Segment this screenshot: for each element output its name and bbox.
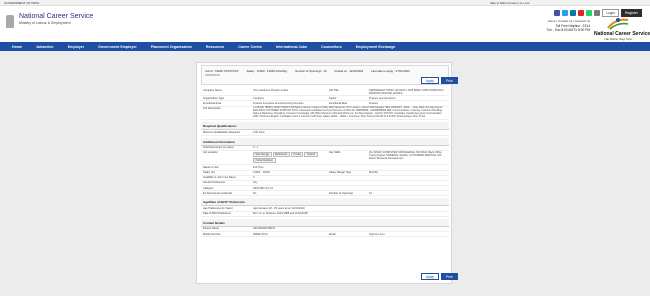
helpline-hours: Tue - Sun 8:00 AM To 8:00 PM bbox=[546, 28, 590, 32]
job-details: Company Name Xxxx Solutions Private Limi… bbox=[201, 88, 449, 270]
detail-row: Company Name Xxxx Solutions Private Limi… bbox=[201, 88, 449, 97]
bottom-actions: Apply Print bbox=[421, 273, 458, 280]
nav-counsellors[interactable]: Counsellors bbox=[321, 45, 342, 49]
job-location-row: Job Location West Bengal Bardhaman Purulia… bbox=[201, 151, 449, 166]
whatsapp-icon[interactable] bbox=[586, 10, 593, 16]
detail-row: Ex-Servicemen preferred No Number of Ope… bbox=[201, 191, 449, 197]
job-description-row: Job Description A is BANK HIRING NOW!!! … bbox=[201, 106, 449, 121]
detail-row: Minimum Qualification Required 12th Pass bbox=[201, 130, 449, 136]
ncs-logo-tagline: Nai Disha, Nayi Urja bbox=[604, 37, 632, 41]
job-last-date: Last date to apply : 27/01/2023 bbox=[371, 69, 410, 73]
section-contact-details: Contact Details bbox=[201, 218, 449, 227]
job-details-card: Job Id : TEMP-XXXXXXXX Salary : 12000 - … bbox=[196, 62, 458, 284]
job-posted-on: Posted on : 11/01/2023 bbox=[334, 69, 364, 73]
location-chip: Purba Medinipur bbox=[253, 157, 276, 164]
print-button-bottom[interactable]: Print bbox=[440, 273, 458, 280]
job-salary: Salary : 12000 - 14000 (Monthly) bbox=[246, 69, 288, 73]
header-links[interactable]: Home | Contact us | Connect us bbox=[548, 19, 590, 23]
location-chip: Howrah bbox=[304, 151, 318, 158]
youtube-icon[interactable] bbox=[578, 10, 585, 16]
apply-button-top[interactable]: Apply bbox=[421, 77, 439, 84]
gov-label: GOVERNMENT OF INDIA bbox=[4, 1, 40, 5]
section-qualifications: Required Qualifications bbox=[201, 122, 449, 131]
nav-home[interactable]: Home bbox=[12, 45, 22, 49]
location-chip: Bardhaman bbox=[272, 151, 290, 158]
section-additional-info: Additional Information bbox=[201, 137, 449, 146]
job-description-text: A is BANK HIRING NOW!!! BANK FOR Bank Cu… bbox=[253, 106, 443, 118]
nav-employer[interactable]: Employer bbox=[68, 45, 84, 49]
location-chip: Purulia bbox=[290, 151, 304, 158]
ncs-logo-mark bbox=[607, 18, 629, 30]
skip-link[interactable]: Skip to Main Content | A+ A A- bbox=[490, 1, 530, 5]
job-summary: Job Id : TEMP-XXXXXXXX Salary : 12000 - … bbox=[201, 65, 458, 85]
main-nav: Home Jobseeker Employer Government Emplo… bbox=[0, 42, 650, 51]
nav-government-employer[interactable]: Government Employer bbox=[98, 45, 137, 49]
location-chips: West Bengal Bardhaman Purulia Howrah Purba M… bbox=[253, 151, 329, 164]
summary-actions: Apply Print bbox=[421, 77, 458, 84]
detail-row: Mobile Number 99999-XXXX Email hr@xxxx.c… bbox=[201, 232, 449, 238]
nav-employment-exchange[interactable]: Employment Exchange bbox=[356, 45, 396, 49]
nav-resources[interactable]: Resources bbox=[206, 45, 224, 49]
location-chip: West Bengal bbox=[253, 151, 272, 158]
nav-international-jobs[interactable]: International Jobs bbox=[276, 45, 307, 49]
apply-button-bottom[interactable]: Apply bbox=[421, 273, 439, 280]
nav-career-centre[interactable]: Career Centre bbox=[238, 45, 262, 49]
facebook-icon[interactable] bbox=[554, 10, 561, 16]
nav-placement-organisation[interactable]: Placement Organisation bbox=[151, 45, 192, 49]
site-subtitle: Ministry of Labour & Employment bbox=[19, 21, 71, 25]
site-header: National Career Service Ministry of Labo… bbox=[0, 6, 650, 42]
job-summary-sub: XXXXXXXX bbox=[205, 73, 220, 77]
twitter-icon[interactable] bbox=[562, 10, 569, 16]
section-age-preference: Age/Date of Birth* Preference bbox=[201, 198, 449, 207]
job-openings: Number of Openings : 10 bbox=[295, 69, 327, 73]
site-title[interactable]: National Career Service bbox=[19, 13, 93, 20]
emblem-icon bbox=[6, 15, 14, 28]
helpline: Toll Free Helpline - 1514 Tue - Sun 8:00… bbox=[547, 24, 590, 32]
detail-row: Date of Birth Preference Born on or betw… bbox=[201, 212, 449, 217]
linkedin-icon[interactable] bbox=[570, 10, 577, 16]
nav-jobseeker[interactable]: Jobseeker bbox=[36, 45, 54, 49]
print-button-top[interactable]: Print bbox=[440, 77, 458, 84]
